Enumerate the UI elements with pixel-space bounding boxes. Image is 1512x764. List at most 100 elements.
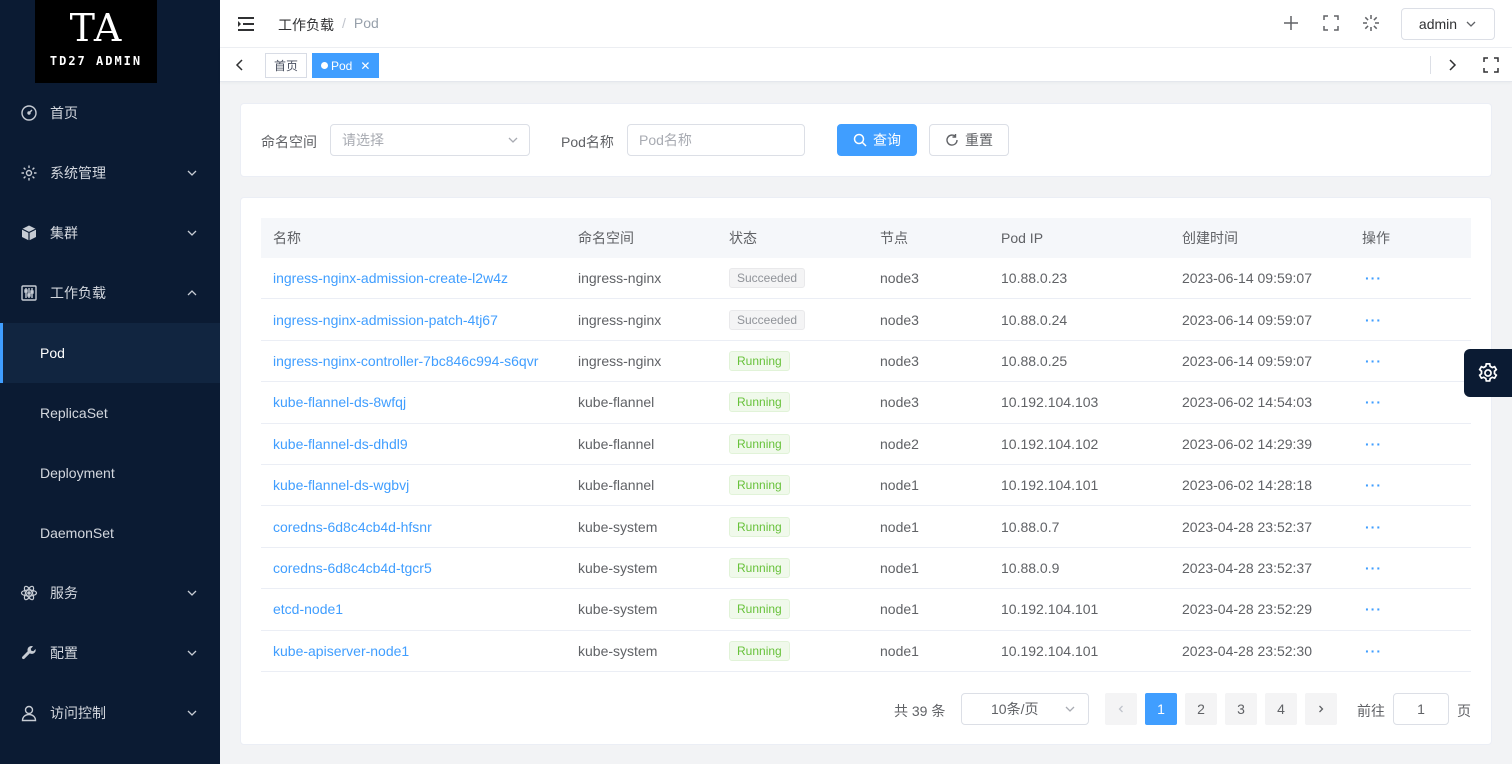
more-actions-icon[interactable]: ··· bbox=[1362, 643, 1382, 659]
page-size-select[interactable]: 10条/页 bbox=[961, 693, 1089, 725]
sidebar-item-service[interactable]: 服务 bbox=[0, 563, 220, 623]
sidebar-item-system[interactable]: 系统管理 bbox=[0, 143, 220, 203]
sidebar-item-deployment[interactable]: Deployment bbox=[0, 443, 220, 503]
node-cell: node3 bbox=[880, 270, 919, 287]
sidebar-item-workload[interactable]: 工作负载 bbox=[0, 263, 220, 323]
search-form: 命名空间 请选择 Pod名称 查询 重置 bbox=[240, 103, 1492, 177]
pod-ip-cell: 10.88.0.23 bbox=[1001, 270, 1068, 287]
reset-button[interactable]: 重置 bbox=[929, 124, 1009, 156]
page-button[interactable]: 4 bbox=[1265, 693, 1297, 725]
sidebar-item-daemonset[interactable]: DaemonSet bbox=[0, 503, 220, 563]
pod-name-cell: ingress-nginx-admission-patch-4tj67 bbox=[261, 312, 566, 328]
chevron-down-icon bbox=[1065, 706, 1075, 712]
settings-button[interactable] bbox=[1464, 349, 1512, 397]
next-page-button[interactable] bbox=[1305, 693, 1337, 725]
column-header: 状态 bbox=[729, 230, 757, 246]
user-dropdown[interactable]: admin bbox=[1401, 8, 1495, 40]
chevron-down-icon bbox=[187, 230, 197, 236]
search-icon bbox=[853, 133, 867, 147]
namespace-cell: kube-system bbox=[578, 642, 658, 659]
goto-input[interactable]: 1 bbox=[1393, 693, 1449, 725]
sidebar-item-cluster[interactable]: 集群 bbox=[0, 203, 220, 263]
page-button[interactable]: 3 bbox=[1225, 693, 1257, 725]
table-row: kube-flannel-ds-wgbvj kube-flannel Running… bbox=[261, 465, 1471, 507]
sidebar-item-label: 集群 bbox=[50, 225, 78, 241]
created-time-cell: 2023-06-02 14:54:03 bbox=[1182, 394, 1312, 411]
sliders-icon bbox=[20, 284, 38, 302]
chevron-right-icon bbox=[1319, 705, 1324, 713]
breadcrumb-item[interactable]: 工作负载 bbox=[278, 15, 334, 35]
more-actions-icon[interactable]: ··· bbox=[1362, 394, 1382, 410]
pod-name-link[interactable]: kube-flannel-ds-dhdl9 bbox=[273, 436, 408, 452]
more-actions-icon[interactable]: ··· bbox=[1362, 312, 1382, 328]
prev-page-button[interactable] bbox=[1105, 693, 1137, 725]
tags-view: 首页 Pod ✕ bbox=[220, 48, 1512, 82]
pod-name-link[interactable]: kube-flannel-ds-8wfqj bbox=[273, 394, 406, 410]
status-badge: Running bbox=[729, 640, 790, 661]
refresh-icon bbox=[946, 134, 958, 146]
plus-icon[interactable] bbox=[1280, 12, 1302, 34]
pod-ip-cell: 10.192.104.102 bbox=[1001, 435, 1099, 452]
sidebar-item-label: 服务 bbox=[50, 585, 78, 601]
pod-ip-cell: 10.88.0.24 bbox=[1001, 311, 1068, 328]
namespace-cell: kube-system bbox=[578, 601, 658, 618]
created-time-cell: 2023-06-14 09:59:07 bbox=[1182, 270, 1312, 287]
action-cell: ··· bbox=[1350, 270, 1471, 286]
chevron-down-icon bbox=[187, 590, 197, 596]
loading-icon[interactable] bbox=[1360, 12, 1382, 34]
page-button[interactable]: 1 bbox=[1145, 693, 1177, 725]
pod-ip-cell: 10.88.0.25 bbox=[1001, 352, 1068, 369]
podname-label: Pod名称 bbox=[561, 134, 614, 150]
query-button[interactable]: 查询 bbox=[837, 124, 917, 156]
node-cell: node1 bbox=[880, 601, 919, 618]
namespace-select[interactable]: 请选择 bbox=[330, 124, 530, 156]
cube-icon bbox=[20, 224, 38, 242]
more-actions-icon[interactable]: ··· bbox=[1362, 436, 1382, 452]
action-cell: ··· bbox=[1350, 519, 1471, 535]
table-row: kube-flannel-ds-8wfqj kube-flannel Running… bbox=[261, 382, 1471, 424]
logo-mark: TA bbox=[69, 6, 123, 50]
fullscreen-icon[interactable] bbox=[1320, 12, 1342, 34]
pod-name-link[interactable]: ingress-nginx-admission-create-l2w4z bbox=[273, 270, 508, 286]
namespace-cell: kube-flannel bbox=[578, 435, 655, 452]
pod-name-link[interactable]: coredns-6d8c4cb4d-hfsnr bbox=[273, 519, 432, 535]
namespace-cell: kube-system bbox=[578, 518, 658, 535]
breadcrumb-separator: / bbox=[342, 15, 346, 31]
pod-name-link[interactable]: ingress-nginx-admission-patch-4tj67 bbox=[273, 312, 498, 328]
pod-name-link[interactable]: kube-flannel-ds-wgbvj bbox=[273, 477, 409, 493]
more-actions-icon[interactable]: ··· bbox=[1362, 601, 1382, 617]
tab-label: Pod bbox=[331, 58, 353, 73]
maximize-icon[interactable] bbox=[1483, 57, 1499, 73]
chevron-up-icon bbox=[187, 290, 197, 296]
tab-home[interactable]: 首页 bbox=[265, 53, 308, 78]
page-button[interactable]: 2 bbox=[1185, 693, 1217, 725]
pod-name-link[interactable]: etcd-node1 bbox=[273, 601, 343, 617]
more-actions-icon[interactable]: ··· bbox=[1362, 519, 1382, 535]
more-actions-icon[interactable]: ··· bbox=[1362, 353, 1382, 369]
sidebar: TA TD27 ADMIN 首页 系统管理 集群 工作负载 Pod Replic… bbox=[0, 0, 220, 764]
podname-input[interactable] bbox=[627, 124, 805, 156]
more-actions-icon[interactable]: ··· bbox=[1362, 477, 1382, 493]
table-row: coredns-6d8c4cb4d-hfsnr kube-system Runnin… bbox=[261, 506, 1471, 548]
more-actions-icon[interactable]: ··· bbox=[1362, 560, 1382, 576]
created-time-cell: 2023-06-02 14:28:18 bbox=[1182, 477, 1312, 494]
table-row: kube-flannel-ds-dhdl9 kube-flannel Running… bbox=[261, 424, 1471, 465]
sidebar-item-home[interactable]: 首页 bbox=[0, 83, 220, 143]
pod-name-link[interactable]: ingress-nginx-controller-7bc846c994-s6qv… bbox=[273, 353, 538, 369]
chevron-left-icon[interactable] bbox=[232, 57, 248, 73]
pod-name-link[interactable]: kube-apiserver-node1 bbox=[273, 643, 409, 659]
sidebar-item-access[interactable]: 访问控制 bbox=[0, 683, 220, 743]
node-cell: node2 bbox=[880, 435, 919, 452]
sidebar-item-label: 首页 bbox=[50, 105, 78, 121]
pod-name-link[interactable]: coredns-6d8c4cb4d-tgcr5 bbox=[273, 560, 432, 576]
fold-menu-icon[interactable] bbox=[236, 14, 256, 34]
sidebar-item-pod[interactable]: Pod bbox=[0, 323, 220, 383]
tab-pod[interactable]: Pod ✕ bbox=[312, 53, 380, 78]
more-actions-icon[interactable]: ··· bbox=[1362, 270, 1382, 286]
chevron-right-icon[interactable] bbox=[1444, 57, 1460, 73]
sidebar-item-config[interactable]: 配置 bbox=[0, 623, 220, 683]
sidebar-item-label: 工作负载 bbox=[50, 285, 106, 301]
sidebar-item-replicaset[interactable]: ReplicaSet bbox=[0, 383, 220, 443]
sidebar-item-label: Deployment bbox=[40, 465, 115, 481]
close-icon[interactable]: ✕ bbox=[360, 59, 370, 73]
